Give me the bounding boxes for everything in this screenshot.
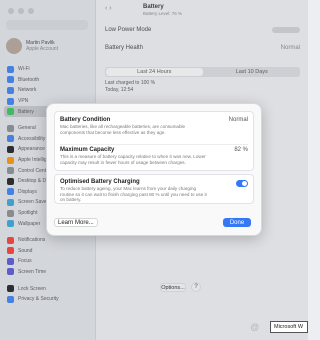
- battery-health-dialog: Battery Condition Normal Mac batteries, …: [46, 103, 262, 236]
- watermark: @: [250, 322, 260, 332]
- divider: [60, 144, 248, 145]
- learn-more-button[interactable]: Learn More...: [54, 218, 98, 227]
- optimised-desc: To reduce battery ageing, your Mac learn…: [60, 186, 207, 203]
- condition-value: Normal: [228, 117, 248, 123]
- optimised-title: Optimised Battery Charging: [60, 179, 140, 185]
- capacity-desc: This is a measure of battery capacity re…: [60, 154, 206, 165]
- capacity-title: Maximum Capacity: [60, 147, 115, 153]
- optimised-charging-toggle[interactable]: [236, 180, 248, 187]
- condition-title: Battery Condition: [60, 117, 111, 123]
- optimised-section: Optimised Battery Charging To reduce bat…: [60, 179, 248, 203]
- health-card: Battery Condition Normal Mac batteries, …: [54, 111, 254, 171]
- optimised-card: Optimised Battery Charging To reduce bat…: [54, 174, 254, 204]
- condition-section: Battery Condition Normal Mac batteries, …: [60, 117, 248, 135]
- help-button[interactable]: ?: [191, 282, 201, 292]
- capacity-section: Maximum Capacity 82 % This is a measure …: [60, 147, 248, 165]
- taskbar-tooltip: Microsoft W: [270, 321, 308, 333]
- capacity-value: 82 %: [234, 147, 248, 153]
- done-button[interactable]: Done: [223, 218, 251, 227]
- condition-desc: Mac batteries, like all rechargeable bat…: [60, 124, 186, 135]
- options-button[interactable]: Options...: [160, 283, 186, 292]
